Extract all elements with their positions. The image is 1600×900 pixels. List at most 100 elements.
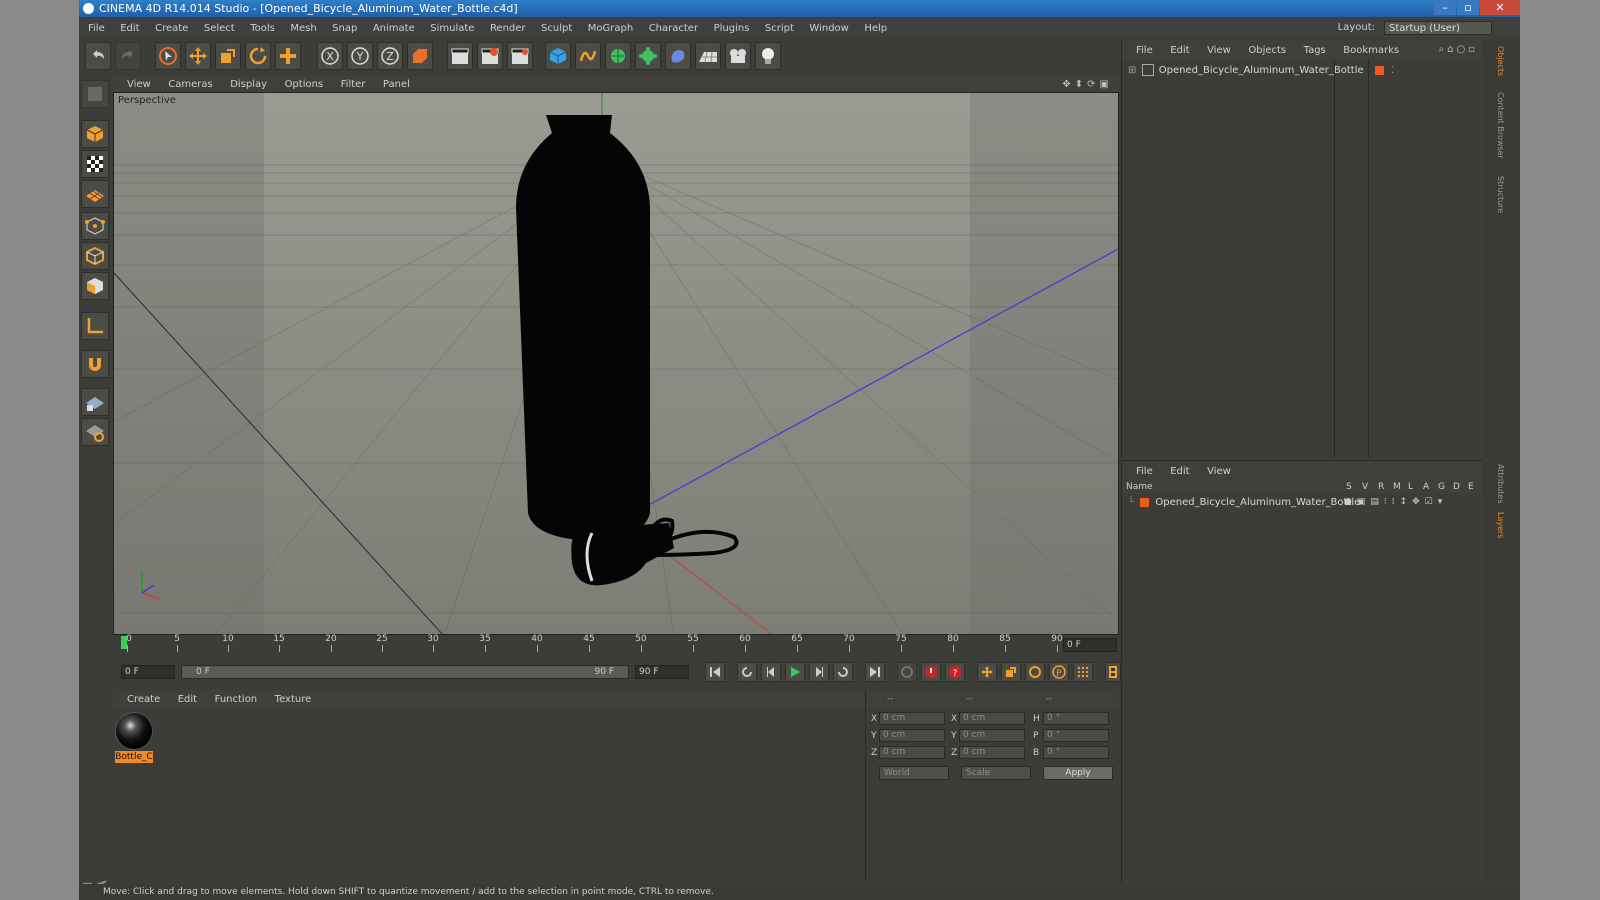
next-key-button[interactable] <box>833 662 853 682</box>
menu-plugins[interactable]: Plugins <box>714 23 750 34</box>
axis-mode-button[interactable] <box>81 312 109 340</box>
go-to-end-button[interactable] <box>865 662 885 682</box>
keyframe-selection-button[interactable]: ? <box>945 662 965 682</box>
3d-viewport[interactable]: Perspective <box>113 92 1119 635</box>
tab-structure[interactable]: Structure <box>1491 176 1505 213</box>
render-picture-viewer-button[interactable] <box>477 42 503 70</box>
workplane-mode-button[interactable] <box>81 180 109 208</box>
tab-content-browser[interactable]: Content Browser <box>1491 92 1505 159</box>
visibility-dots-icon[interactable]: ⁚ <box>1391 65 1394 76</box>
make-editable-button[interactable] <box>81 80 109 108</box>
expand-toggle-icon[interactable]: ⊞ <box>1128 65 1136 76</box>
next-frame-button[interactable] <box>809 662 829 682</box>
timeline-window-button[interactable] <box>1105 662 1121 682</box>
minimize-button[interactable]: – <box>1434 0 1456 15</box>
undo-button[interactable] <box>85 42 111 70</box>
layout-dropdown[interactable]: Startup (User) <box>1384 21 1492 35</box>
close-button[interactable]: ✕ <box>1480 0 1520 15</box>
menu-simulate[interactable]: Simulate <box>430 23 474 34</box>
polygons-mode-button[interactable] <box>81 272 109 300</box>
menu-window[interactable]: Window <box>809 23 848 34</box>
pos-x-field[interactable]: 0 cm <box>879 712 945 725</box>
record-position-button[interactable] <box>977 662 997 682</box>
play-button[interactable] <box>785 662 805 682</box>
size-x-field[interactable]: 0 cm <box>959 712 1025 725</box>
menu-script[interactable]: Script <box>765 23 794 34</box>
y-axis-button[interactable]: Y <box>347 42 373 70</box>
layer-menu-view[interactable]: View <box>1207 466 1231 477</box>
object-menu-bookmarks[interactable]: Bookmarks <box>1343 45 1399 56</box>
autokeying-button[interactable] <box>921 662 941 682</box>
previous-key-button[interactable] <box>737 662 757 682</box>
menu-snap[interactable]: Snap <box>332 23 357 34</box>
current-frame-field[interactable]: 0 F <box>1063 638 1117 652</box>
material-menu-function[interactable]: Function <box>215 694 258 705</box>
menu-file[interactable]: File <box>88 23 105 34</box>
edges-mode-button[interactable] <box>81 242 109 270</box>
add-tool-button[interactable] <box>275 42 301 70</box>
layer-menu-edit[interactable]: Edit <box>1170 466 1189 477</box>
object-manager-search-icon[interactable]: ⌕⌂○▫ <box>1439 40 1478 60</box>
size-mode-dropdown[interactable]: Scale <box>961 766 1031 780</box>
model-mode-button[interactable] <box>81 120 109 148</box>
menu-help[interactable]: Help <box>864 23 887 34</box>
material-menu-create[interactable]: Create <box>127 694 160 705</box>
record-scale-button[interactable] <box>1001 662 1021 682</box>
move-tool-button[interactable] <box>185 42 211 70</box>
viewport-menu-view[interactable]: View <box>127 79 151 90</box>
add-spline-button[interactable] <box>575 42 601 70</box>
object-menu-tags[interactable]: Tags <box>1304 45 1326 56</box>
locked-workplane-button[interactable] <box>81 418 109 446</box>
tab-layers[interactable]: Layers <box>1491 512 1505 538</box>
material-swatch[interactable]: Bottle_C <box>115 712 153 764</box>
add-camera-button[interactable] <box>725 42 751 70</box>
object-menu-objects[interactable]: Objects <box>1248 45 1286 56</box>
layer-flag-toggles[interactable]: ●▣▤⁝⁞↕✥☑▾ <box>1344 497 1447 507</box>
rot-b-field[interactable]: 0 ° <box>1043 746 1109 759</box>
viewport-nav-icons[interactable]: ✥⬍⟳▣ <box>1062 77 1113 93</box>
rot-p-field[interactable]: 0 ° <box>1043 729 1109 742</box>
menu-animate[interactable]: Animate <box>373 23 415 34</box>
layer-menu-file[interactable]: File <box>1136 466 1153 477</box>
viewport-menu-options[interactable]: Options <box>285 79 324 90</box>
menu-tools[interactable]: Tools <box>250 23 275 34</box>
add-array-button[interactable] <box>635 42 661 70</box>
size-z-field[interactable]: 0 cm <box>959 746 1025 759</box>
rot-h-field[interactable]: 0 ° <box>1043 712 1109 725</box>
viewport-menu-cameras[interactable]: Cameras <box>168 79 212 90</box>
menu-sculpt[interactable]: Sculpt <box>541 23 572 34</box>
tab-objects[interactable]: Objects <box>1491 46 1505 76</box>
material-menu-texture[interactable]: Texture <box>275 694 312 705</box>
object-menu-file[interactable]: File <box>1136 45 1153 56</box>
live-selection-button[interactable] <box>155 42 181 70</box>
start-frame-field[interactable]: 0 F <box>121 665 175 679</box>
coordinate-system-button[interactable] <box>407 42 433 70</box>
go-to-start-button[interactable] <box>705 662 725 682</box>
rotate-tool-button[interactable] <box>245 42 271 70</box>
menu-create[interactable]: Create <box>155 23 188 34</box>
menu-character[interactable]: Character <box>649 23 698 34</box>
tab-attributes[interactable]: Attributes <box>1491 464 1505 504</box>
scale-tool-button[interactable] <box>215 42 241 70</box>
points-mode-button[interactable] <box>81 212 109 240</box>
add-deformer-button[interactable] <box>665 42 691 70</box>
coordinate-mode-dropdown[interactable]: World <box>879 766 949 780</box>
pos-z-field[interactable]: 0 cm <box>879 746 945 759</box>
render-settings-button[interactable] <box>507 42 533 70</box>
range-slider[interactable]: 0 F 90 F <box>181 665 629 679</box>
menu-mograph[interactable]: MoGraph <box>588 23 633 34</box>
redo-button[interactable] <box>115 42 141 70</box>
texture-mode-button[interactable] <box>81 150 109 178</box>
size-y-field[interactable]: 0 cm <box>959 729 1025 742</box>
object-tree-item[interactable]: ⊞ Opened_Bicycle_Aluminum_Water_Bottle ⁚ <box>1128 64 1394 78</box>
record-keys-button[interactable] <box>897 662 917 682</box>
add-floor-button[interactable] <box>695 42 721 70</box>
x-axis-button[interactable]: X <box>317 42 343 70</box>
z-axis-button[interactable]: Z <box>377 42 403 70</box>
add-light-button[interactable] <box>755 42 781 70</box>
maximize-button[interactable]: ▫ <box>1457 0 1479 15</box>
end-frame-field[interactable]: 90 F <box>635 665 689 679</box>
menu-render[interactable]: Render <box>490 23 526 34</box>
pos-y-field[interactable]: 0 cm <box>879 729 945 742</box>
apply-button[interactable]: Apply <box>1043 766 1113 780</box>
